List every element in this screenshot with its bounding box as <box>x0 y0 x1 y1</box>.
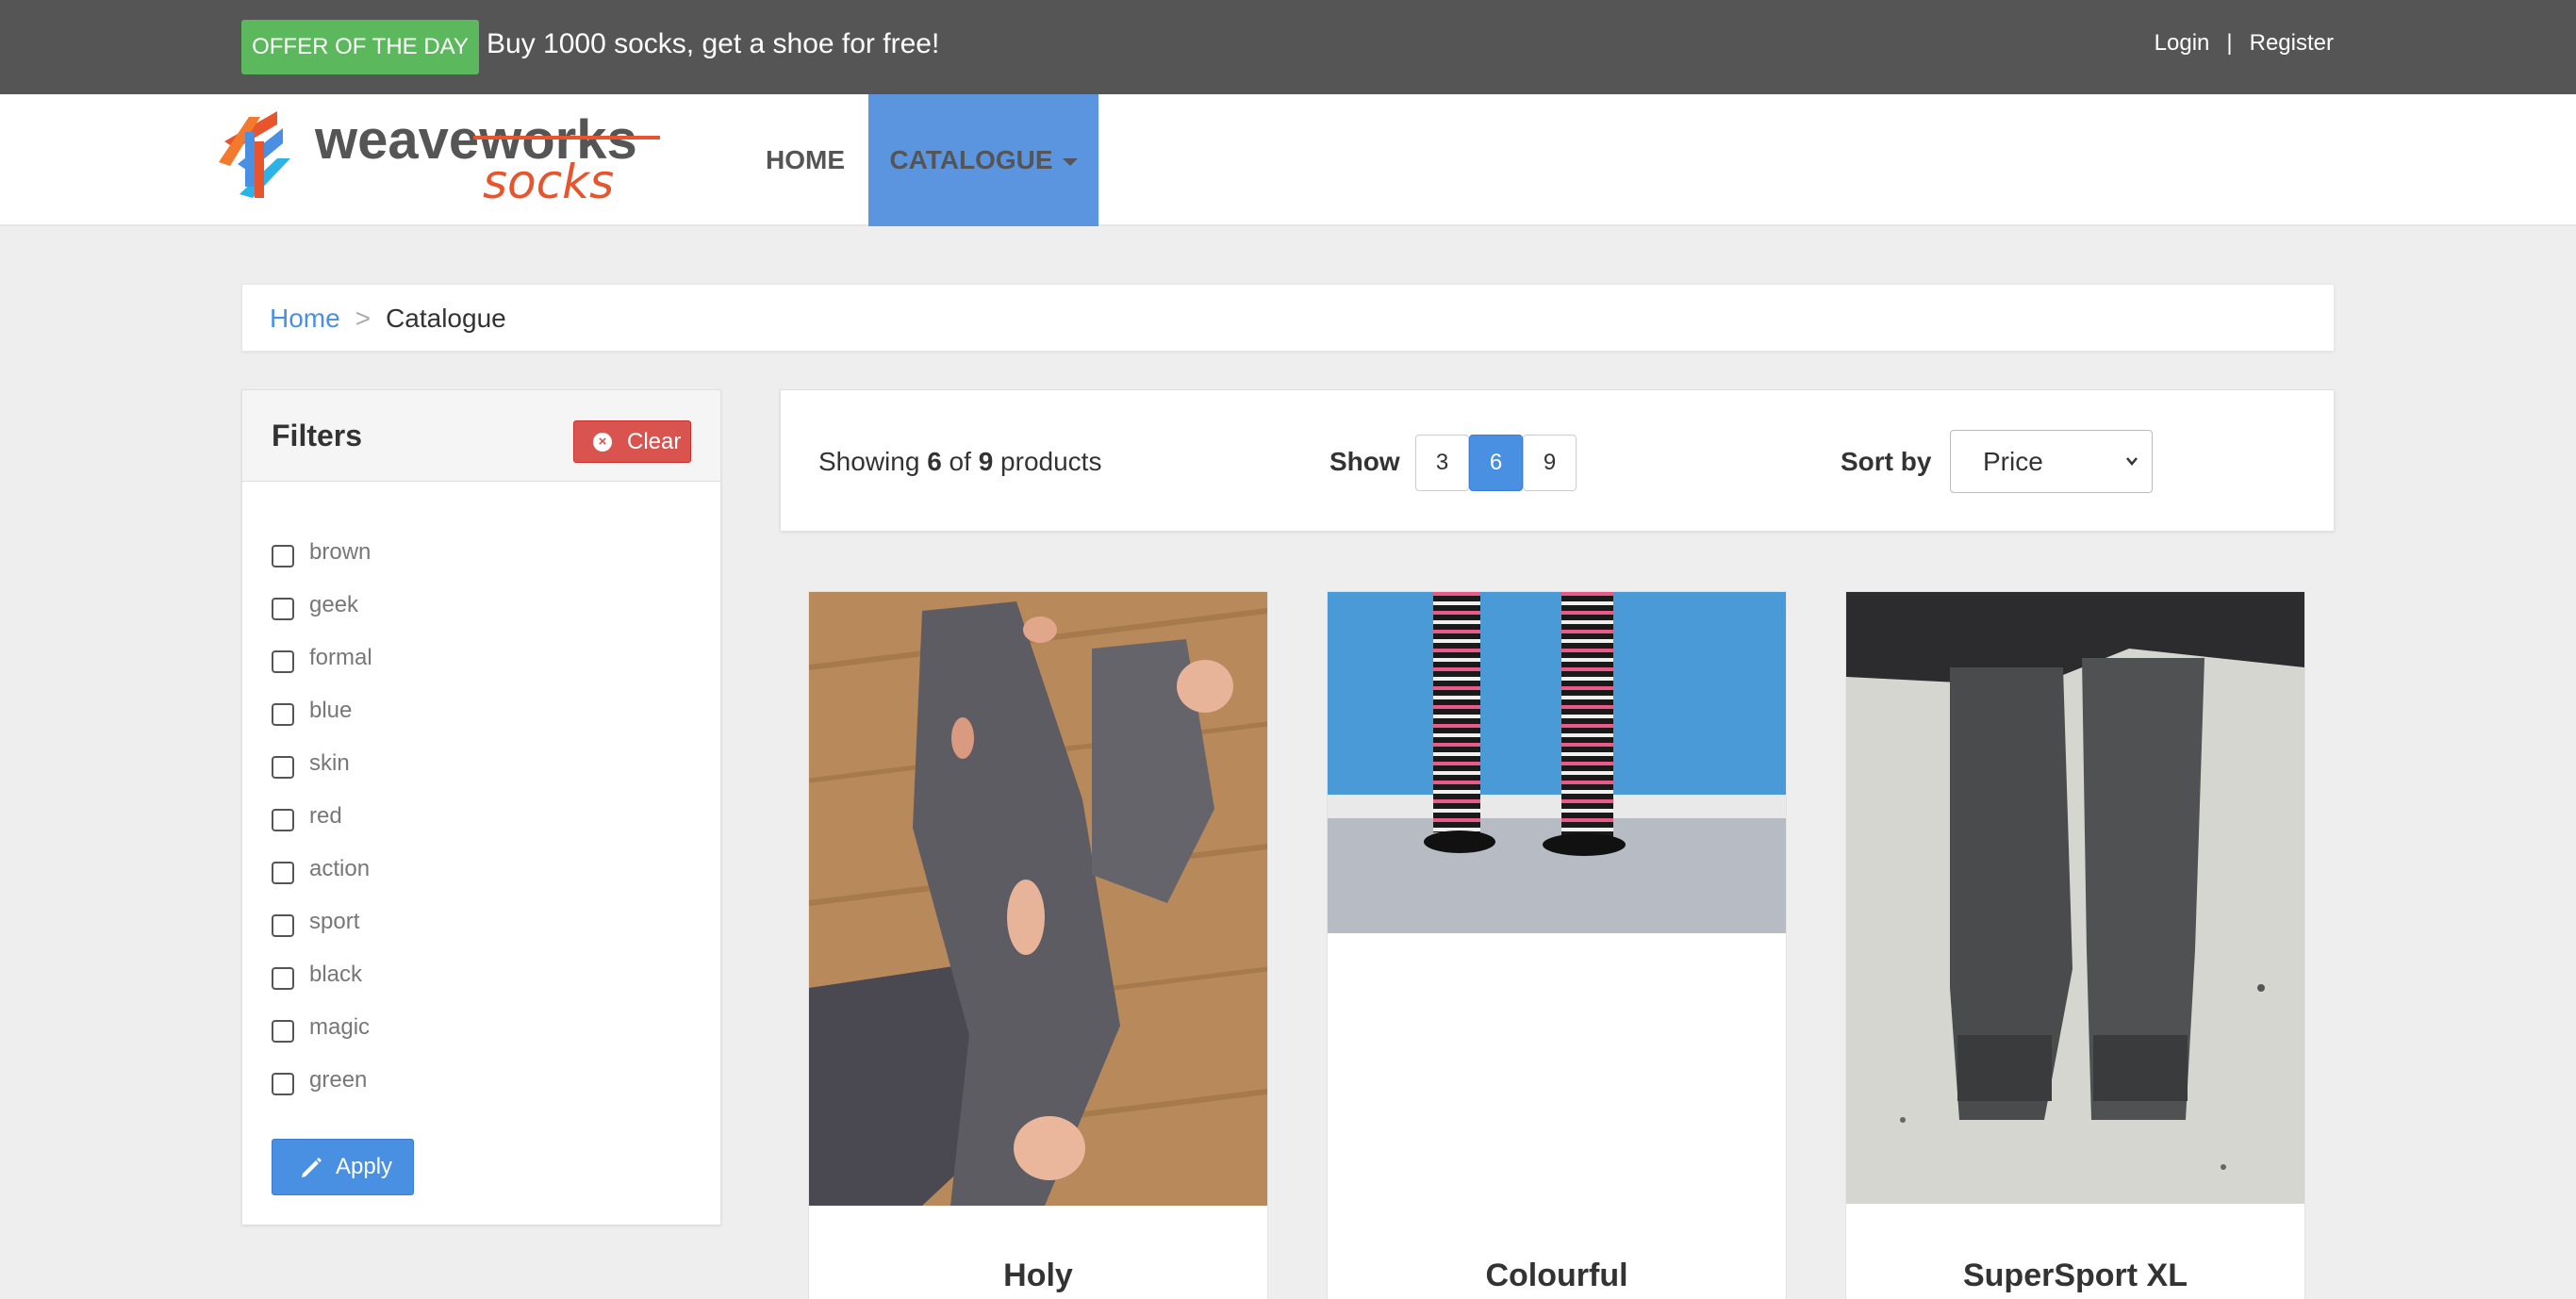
register-link[interactable]: Register <box>2250 28 2334 58</box>
filter-item[interactable]: sport <box>272 899 372 952</box>
filter-label: green <box>309 1067 368 1093</box>
page-size-9-button[interactable]: 9 <box>1523 435 1577 491</box>
showing-total: 9 <box>978 447 994 476</box>
show-label: Show <box>1329 447 1400 476</box>
filters-title: Filters <box>272 419 363 452</box>
filter-checkbox[interactable] <box>272 967 294 990</box>
product-image-supersport-xl[interactable] <box>1846 592 2304 1204</box>
filter-label: skin <box>309 750 350 776</box>
filter-label: action <box>309 856 371 881</box>
filter-checkbox[interactable] <box>272 703 294 726</box>
breadcrumb-current: Catalogue <box>386 304 506 333</box>
filter-checkbox[interactable] <box>272 545 294 567</box>
filter-checkbox[interactable] <box>272 756 294 779</box>
logo-word-socks: socks <box>483 155 614 209</box>
filter-item[interactable]: green <box>272 1058 372 1110</box>
close-circle-icon: × <box>593 433 612 452</box>
offer-text: Buy 1000 socks, get a shoe for free! <box>487 28 940 59</box>
product-name[interactable]: SuperSport XL <box>1846 1258 2304 1294</box>
product-image-holy[interactable] <box>809 592 1267 1206</box>
apply-filters-button[interactable]: Apply <box>272 1139 414 1195</box>
filters-header: Filters × Clear <box>242 390 720 482</box>
caret-down-icon <box>1062 157 1078 166</box>
nav-home[interactable]: HOME <box>739 94 871 226</box>
showing-suffix: products <box>1000 447 1102 476</box>
filter-label: sport <box>309 909 360 934</box>
weaveworks-socks-logo[interactable]: weaveworks socks <box>211 104 664 213</box>
auth-links: Login | Register <box>2155 28 2334 58</box>
sort-label: Sort by <box>1841 447 1932 476</box>
product-name[interactable]: Colourful <box>1328 1258 1786 1294</box>
product-card[interactable]: Colourful <box>1327 591 1787 1299</box>
filter-label: geek <box>309 592 359 617</box>
clear-filters-button[interactable]: × Clear <box>573 420 691 463</box>
nav-catalogue-label: CATALOGUE <box>889 145 1053 174</box>
product-card[interactable]: SuperSport XL <box>1845 591 2305 1299</box>
filter-checkbox[interactable] <box>272 809 294 831</box>
filter-item[interactable]: red <box>272 794 372 847</box>
filter-item[interactable]: formal <box>272 635 372 688</box>
filter-item[interactable]: magic <box>272 1005 372 1058</box>
offer-badge: OFFER OF THE DAY <box>241 20 479 74</box>
filter-list: brown geek formal blue skin red action s… <box>272 530 372 1110</box>
pencil-icon <box>302 1158 322 1177</box>
breadcrumb: Home > Catalogue <box>241 284 2335 352</box>
filter-label: magic <box>309 1014 371 1040</box>
showing-of: of <box>949 447 971 476</box>
main-navbar: weaveworks socks HOME CATALOGUE <box>0 94 2576 226</box>
filter-label: brown <box>309 539 372 565</box>
filter-label: formal <box>309 645 372 670</box>
filter-item[interactable]: geek <box>272 583 372 635</box>
product-image-colourful[interactable] <box>1328 592 1786 933</box>
product-card[interactable]: Holy <box>808 591 1268 1299</box>
sort-value: Price <box>1983 447 2043 476</box>
login-link[interactable]: Login <box>2155 28 2210 58</box>
products-count-text: Showing 6 of 9 products <box>818 447 1101 477</box>
filter-checkbox[interactable] <box>272 914 294 937</box>
filter-label: red <box>309 803 342 829</box>
auth-separator: | <box>2226 30 2233 56</box>
filters-panel: Filters × Clear brown geek formal blue s… <box>241 389 721 1225</box>
filter-checkbox[interactable] <box>272 1073 294 1095</box>
filter-label: blue <box>309 698 353 723</box>
catalogue-toolbar: Showing 6 of 9 products Show 3 6 9 Sort … <box>780 389 2335 532</box>
sort-select[interactable]: Price <box>1950 430 2153 493</box>
page-size-6-button[interactable]: 6 <box>1469 435 1523 491</box>
page-size-3-button[interactable]: 3 <box>1415 435 1469 491</box>
filter-item[interactable]: black <box>272 952 372 1005</box>
filter-label: black <box>309 962 363 987</box>
chevron-down-icon <box>2126 457 2138 466</box>
showing-count: 6 <box>927 447 942 476</box>
filter-item[interactable]: blue <box>272 688 372 741</box>
filter-item[interactable]: skin <box>272 741 372 794</box>
filter-checkbox[interactable] <box>272 1020 294 1043</box>
offer-bar: OFFER OF THE DAY Buy 1000 socks, get a s… <box>0 0 2576 94</box>
filter-item[interactable]: brown <box>272 530 372 583</box>
apply-label: Apply <box>336 1154 393 1179</box>
filter-checkbox[interactable] <box>272 862 294 884</box>
filter-checkbox[interactable] <box>272 598 294 620</box>
breadcrumb-separator: > <box>355 304 372 333</box>
clear-label: Clear <box>627 429 682 454</box>
breadcrumb-home[interactable]: Home <box>270 304 340 333</box>
product-name[interactable]: Holy <box>809 1258 1267 1294</box>
filter-checkbox[interactable] <box>272 650 294 673</box>
filter-item[interactable]: action <box>272 847 372 899</box>
nav-catalogue[interactable]: CATALOGUE <box>868 94 1098 226</box>
showing-prefix: Showing <box>818 447 920 476</box>
